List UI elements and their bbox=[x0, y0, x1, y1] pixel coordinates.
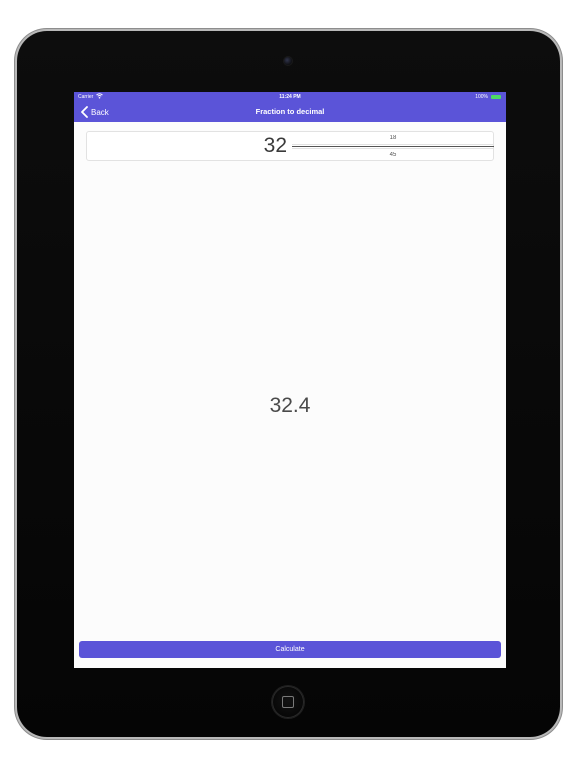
fraction-bar bbox=[292, 146, 494, 147]
denominator-field[interactable] bbox=[292, 148, 494, 161]
decimal-result: 32.4 bbox=[269, 394, 311, 417]
home-square-icon bbox=[282, 696, 294, 708]
status-bar: Carrier 11:24 PM 100% bbox=[74, 92, 506, 102]
home-button[interactable] bbox=[272, 686, 304, 718]
status-battery-percent: 100% bbox=[475, 94, 488, 100]
app-screen: Carrier 11:24 PM 100% Back Fraction to d… bbox=[74, 92, 506, 668]
whole-number-field[interactable] bbox=[87, 132, 287, 160]
status-time: 11:24 PM bbox=[279, 94, 301, 100]
page-title: Fraction to decimal bbox=[255, 107, 325, 116]
fraction-input-row bbox=[86, 131, 494, 161]
numerator-field[interactable] bbox=[292, 132, 494, 145]
navigation-bar: Back Fraction to decimal bbox=[74, 102, 506, 122]
calculate-button[interactable]: Calculate bbox=[79, 641, 501, 658]
front-camera bbox=[284, 57, 292, 65]
battery-icon bbox=[491, 95, 501, 99]
ipad-device-frame: Carrier 11:24 PM 100% Back Fraction to d… bbox=[17, 31, 560, 737]
